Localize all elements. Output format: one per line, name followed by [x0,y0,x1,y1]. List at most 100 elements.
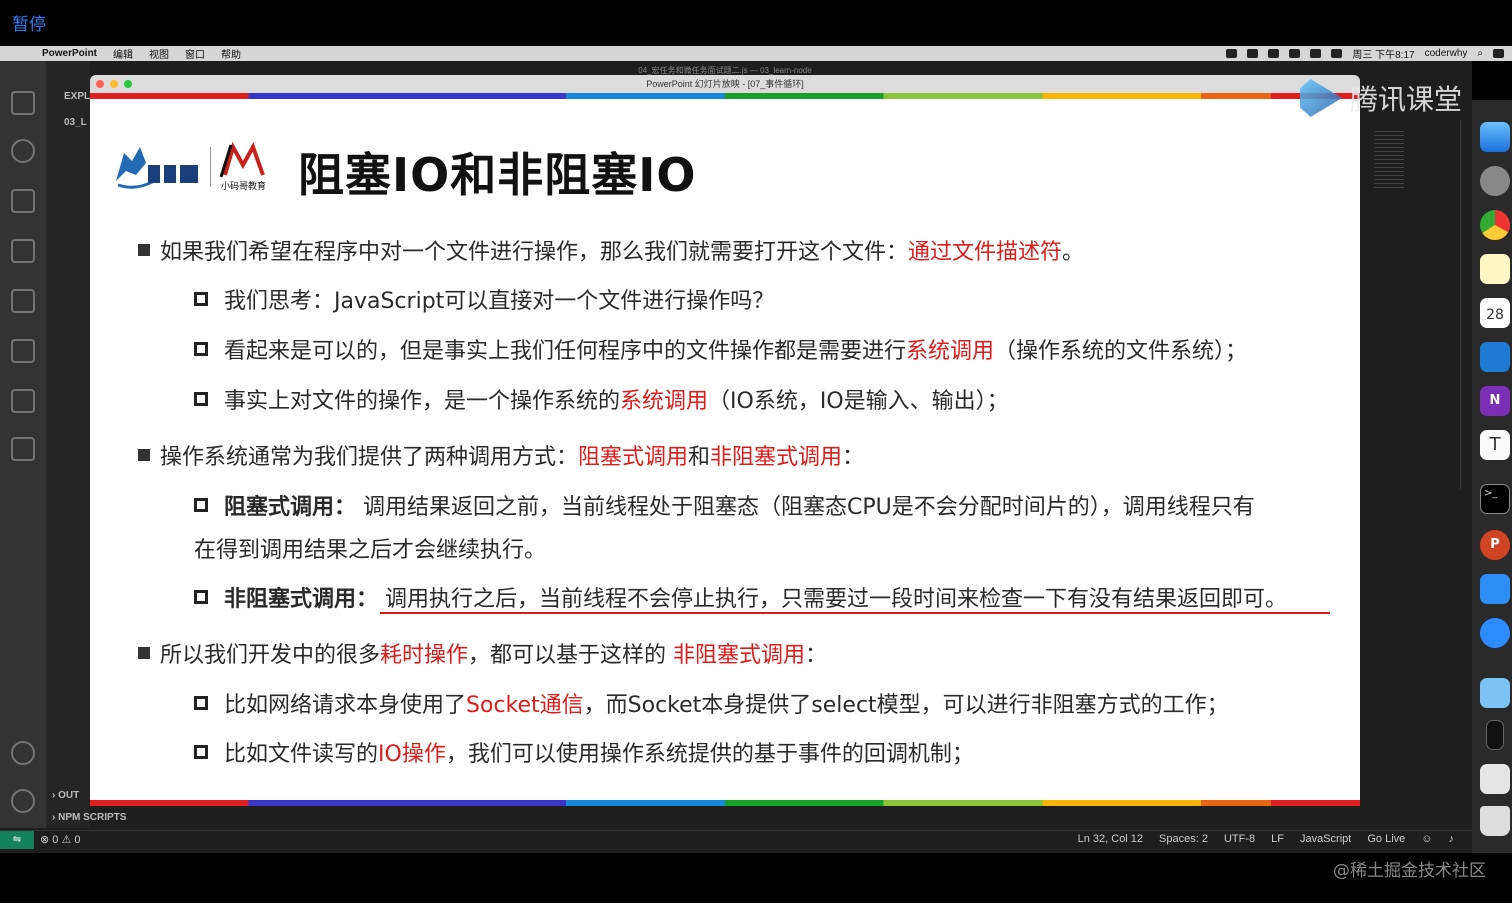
close-button[interactable] [96,80,104,88]
powerpoint-icon[interactable]: P [1480,530,1510,560]
go-live-button[interactable]: Go Live [1367,833,1405,845]
calendar-icon[interactable]: 28 [1480,298,1510,328]
juejin-watermark: @稀土掘金技术社区 [1333,861,1486,881]
npm-scripts-section[interactable]: › NPM SCRIPTS [52,812,126,823]
iphone-mirror-icon[interactable] [1486,720,1504,750]
sub-bullet-icon [194,292,208,306]
tencent-play-logo-icon [1300,79,1342,117]
vscode-app-icon[interactable] [1480,342,1510,372]
menubar-status-area: 周三 下午8:17 coderwhy ⌕ [1226,46,1504,61]
run-debug-icon[interactable] [11,239,35,263]
launchpad-icon[interactable] [1480,166,1510,196]
window-subtitle: 04_宏任务和微任务面试题二.js — 03_learn-node [638,66,812,75]
wifi-icon[interactable] [1331,49,1343,58]
tencent-watermark-text: 腾讯课堂 [1350,83,1463,116]
bluetooth-icon[interactable] [1310,49,1322,58]
editor-minimap[interactable] [1374,128,1404,188]
problems-indicator[interactable]: ⊗ 0 ⚠ 0 [40,833,80,846]
sub-bullet-icon [194,745,208,759]
screen-record-icon[interactable] [1226,49,1238,58]
trash-icon[interactable] [1480,806,1510,836]
remote-indicator-icon[interactable]: ⇋ [0,831,34,849]
slide-canvas[interactable]: 小码哥教育 阻塞IO和非阻塞IO 如果我们希望在程序中对一个文件进行操作，那么我… [90,93,1360,806]
tencent-classroom-watermark: 腾讯课堂 [1300,78,1462,118]
cursor-position[interactable]: Ln 32, Col 12 [1078,833,1143,845]
highlight-underline [380,612,1330,614]
bullet-3-1: 比如网络请求本身使用了Socket通信，而Socket本身提供了select模型… [194,687,1229,719]
bullet-1-1: 我们思考：JavaScript可以直接对一个文件进行操作吗？ [194,283,774,315]
pause-label[interactable]: 暂停 [12,10,46,35]
status-app-icon[interactable] [1268,49,1280,58]
zoom-icon[interactable] [1480,618,1510,648]
sub-bullet-icon [194,590,208,604]
notes-icon[interactable] [1480,254,1510,284]
bullet-square-icon [138,449,150,461]
file-encoding[interactable]: UTF-8 [1224,833,1255,845]
macos-dock: 28 N T >_ P [1472,100,1512,860]
vscode-explorer-panel: EXPL 03_L [46,61,90,828]
bullet-square-icon [138,647,150,659]
bullet-1-2: 看起来是可以的，但是事实上我们任何程序中的文件操作都是需要进行系统调用（操作系统… [194,333,1247,365]
bullet-3-2: 比如文件读写的IO操作，我们可以使用操作系统提供的基于事件的回调机制； [194,736,974,768]
menu-help[interactable]: 帮助 [221,46,241,61]
rainbow-bar-bottom [90,800,1360,806]
language-mode[interactable]: JavaScript [1300,833,1351,845]
extensions-icon[interactable] [11,289,35,313]
finder-icon[interactable] [1480,122,1510,152]
spotlight-search-icon[interactable]: ⌕ [1477,48,1483,59]
xcode-icon[interactable] [1480,574,1510,604]
sub-bullet-icon [194,696,208,710]
sub-bullet-icon [194,498,208,512]
vscode-activity-bar [0,61,46,828]
sub-bullet-icon [194,342,208,356]
menu-window[interactable]: 窗口 [185,46,205,61]
menu-edit[interactable]: 编辑 [113,46,133,61]
menu-view[interactable]: 视图 [149,46,169,61]
onenote-icon[interactable]: N [1480,386,1510,416]
bullet-2-1-continued: 在得到调用结果之后才会继续执行。 [194,538,547,563]
line-ending[interactable]: LF [1271,833,1284,845]
window-title: PowerPoint 幻灯片放映 - [07_事件循环] [646,79,804,89]
sub-bullet-icon [194,392,208,406]
stack-icon[interactable] [1480,764,1510,794]
bullet-1-3: 事实上对文件的操作，是一个操作系统的系统调用（IO系统，IO是输入、输出）； [194,383,1009,415]
indentation[interactable]: Spaces: 2 [1159,833,1208,845]
folder-icon[interactable] [11,437,35,461]
minimize-button[interactable] [110,80,118,88]
settings-gear-icon[interactable] [11,789,35,813]
typora-icon[interactable]: T [1480,430,1510,460]
bullet-3: 所以我们开发中的很多耗时操作，都可以基于这样的 非阻塞式调用： [138,637,827,669]
explorer-icon[interactable] [11,91,35,115]
control-center-icon[interactable] [1493,49,1504,58]
menubar-clock[interactable]: 周三 下午8:17 [1352,46,1414,61]
source-control-icon[interactable] [11,189,35,213]
vscode-status-bar: ⇋ ⊗ 0 ⚠ 0 Ln 32, Col 12 Spaces: 2 UTF-8 … [0,830,1472,849]
fullscreen-button[interactable] [124,80,132,88]
macos-menubar: PowerPoint 编辑 视图 窗口 帮助 周三 下午8:17 coderwh… [0,46,1512,61]
slide-bullets: 如果我们希望在程序中对一个文件进行操作，那么我们就需要打开这个文件：通过文件描述… [90,93,1360,806]
bullet-2-1: 阻塞式调用： 调用结果返回之前，当前线程处于阻塞态（阻塞态CPU是不会分配时间片… [194,489,1255,521]
remote-explorer-icon[interactable] [11,339,35,363]
outline-section[interactable]: › OUT [52,790,79,801]
notifications-bell-icon[interactable]: ♪ [1449,833,1455,845]
chrome-icon[interactable] [1480,210,1510,240]
video-bottom-band [0,853,1512,903]
terminal-icon[interactable]: >_ [1480,484,1510,514]
feedback-icon[interactable]: ☺ [1421,833,1432,845]
search-icon[interactable] [11,139,35,163]
account-icon[interactable] [11,741,35,765]
explorer-title: EXPL [64,91,91,102]
battery-icon[interactable] [1289,49,1301,58]
bullet-2-2: 非阻塞式调用： 调用执行之后，当前线程不会停止执行，只需要过一段时间来检查一下有… [194,581,1287,613]
bullet-2: 操作系统通常为我们提供了两种调用方式：阻塞式调用和非阻塞式调用： [138,439,864,471]
menu-app-name[interactable]: PowerPoint [42,48,97,59]
bookmark-icon[interactable] [11,389,35,413]
video-top-band: 暂停 [0,0,1512,46]
bullet-1: 如果我们希望在程序中对一个文件进行操作，那么我们就需要打开这个文件：通过文件描述… [138,234,1084,266]
editor-scrollbar[interactable] [1460,120,1472,490]
menubar-user[interactable]: coderwhy [1425,48,1468,59]
bullet-square-icon [138,244,150,256]
status-p-icon[interactable] [1247,49,1259,58]
explorer-folder-label[interactable]: 03_L [64,117,87,128]
downloads-folder-icon[interactable] [1480,678,1510,708]
